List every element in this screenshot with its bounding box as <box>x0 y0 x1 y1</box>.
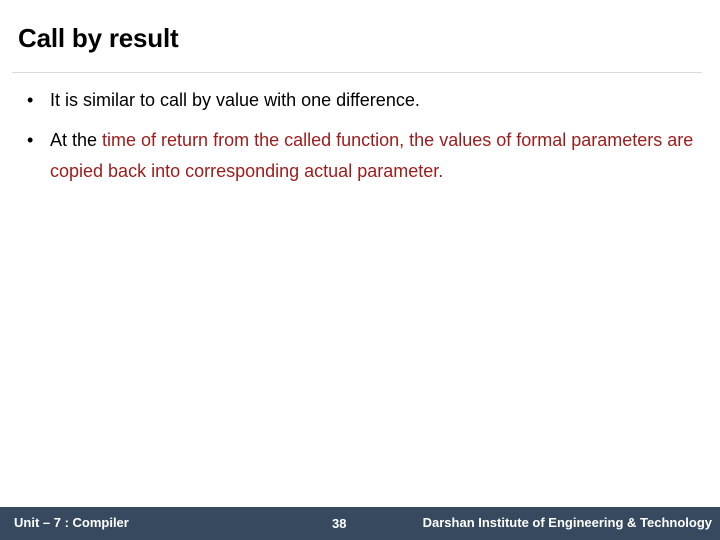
footer-institute-label: Darshan Institute of Engineering & Techn… <box>422 515 712 530</box>
slide: Call by result • It is similar to call b… <box>0 0 720 540</box>
title-divider <box>12 72 702 73</box>
bullet-text-segment-highlight: time of return from the called function,… <box>50 130 694 181</box>
page-title: Call by result <box>18 23 179 53</box>
list-item: • It is similar to call by value with on… <box>22 85 712 116</box>
footer-page-number: 38 <box>332 516 347 531</box>
bullet-text-segment: It is similar to call by value with one … <box>50 90 420 110</box>
bullet-icon: • <box>27 90 34 110</box>
list-item: • At the time of return from the called … <box>22 125 712 187</box>
footer-bar: Unit – 7 : Compiler 38 Darshan Institute… <box>0 507 720 540</box>
bullet-text-segment: At the <box>50 130 103 150</box>
slide-body: • It is similar to call by value with on… <box>22 85 712 196</box>
footer-unit-label: Unit – 7 : Compiler <box>14 515 129 530</box>
bullet-icon: • <box>27 130 34 150</box>
